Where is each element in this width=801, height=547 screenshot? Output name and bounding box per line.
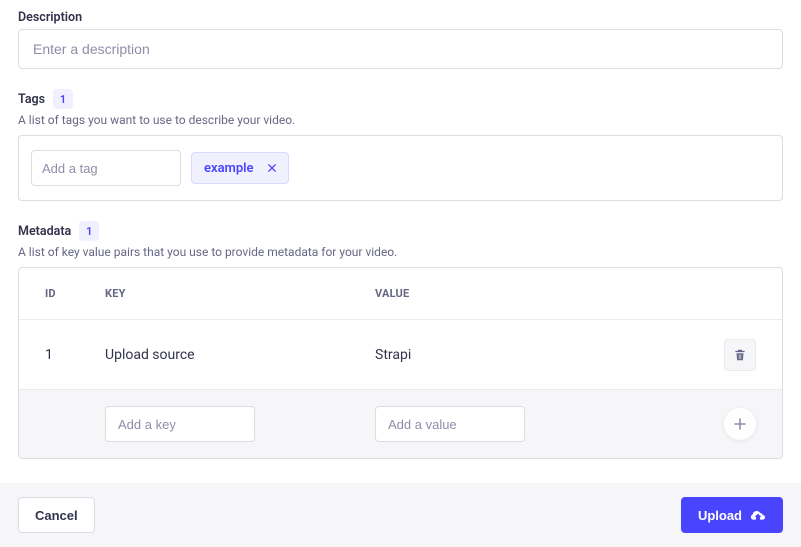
tags-help-text: A list of tags you want to use to descri… bbox=[18, 113, 783, 127]
tag-chip: example bbox=[191, 152, 289, 184]
metadata-cell-key: Upload source bbox=[105, 347, 375, 363]
metadata-header-key: KEY bbox=[105, 287, 375, 300]
metadata-cell-value: Strapi bbox=[375, 347, 696, 363]
metadata-header-value: VALUE bbox=[375, 287, 696, 300]
trash-icon bbox=[733, 348, 747, 362]
description-input[interactable] bbox=[18, 29, 783, 69]
metadata-header-id: ID bbox=[45, 287, 105, 300]
metadata-help-text: A list of key value pairs that you use t… bbox=[18, 245, 783, 259]
tag-input[interactable] bbox=[31, 150, 181, 186]
metadata-table: ID KEY VALUE 1 Upload source Strapi bbox=[18, 267, 783, 459]
tags-container: example bbox=[18, 135, 783, 201]
tags-label: Tags bbox=[18, 92, 45, 107]
metadata-add-row bbox=[19, 390, 782, 458]
upload-button-label: Upload bbox=[698, 508, 742, 523]
metadata-delete-button[interactable] bbox=[724, 339, 756, 371]
tags-count-badge: 1 bbox=[53, 89, 73, 109]
metadata-add-button[interactable] bbox=[724, 408, 756, 440]
footer: Cancel Upload bbox=[0, 483, 801, 547]
metadata-cell-id: 1 bbox=[45, 347, 105, 363]
cloud-upload-icon bbox=[750, 508, 766, 522]
tag-remove-button[interactable] bbox=[260, 156, 284, 180]
close-icon bbox=[268, 164, 276, 172]
tag-chip-label: example bbox=[204, 161, 254, 176]
metadata-value-input[interactable] bbox=[375, 406, 525, 442]
metadata-count-badge: 1 bbox=[79, 221, 99, 241]
metadata-key-input[interactable] bbox=[105, 406, 255, 442]
plus-icon bbox=[734, 418, 746, 430]
cancel-button[interactable]: Cancel bbox=[18, 497, 95, 533]
metadata-row: 1 Upload source Strapi bbox=[19, 320, 782, 390]
metadata-header-row: ID KEY VALUE bbox=[19, 268, 782, 320]
description-label: Description bbox=[18, 10, 82, 25]
metadata-label: Metadata bbox=[18, 224, 71, 239]
upload-button[interactable]: Upload bbox=[681, 497, 783, 533]
